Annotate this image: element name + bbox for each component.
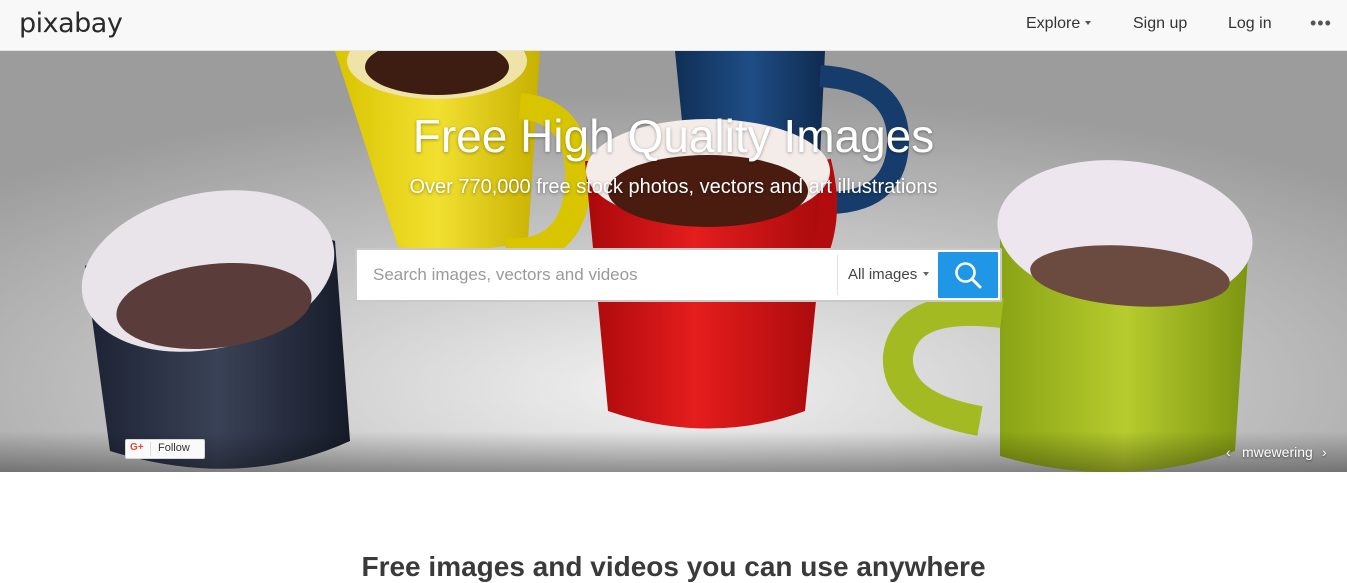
top-navbar: pixabay Explore Sign up Log in ••• [0, 0, 1347, 51]
explore-label: Explore [1026, 15, 1081, 32]
search-type-dropdown[interactable]: All images [837, 255, 937, 295]
more-menu-icon[interactable]: ••• [1310, 0, 1332, 50]
login-link[interactable]: Log in [1228, 0, 1272, 50]
hero-subtitle: Over 770,000 free stock photos, vectors … [409, 176, 938, 198]
hero-title: Free High Quality Images [412, 110, 935, 162]
signup-link[interactable]: Sign up [1133, 0, 1187, 50]
prev-image-icon[interactable]: ‹ [1226, 443, 1231, 461]
photo-credit-link[interactable]: mwewering [1242, 443, 1313, 461]
search-icon [955, 262, 982, 289]
pixabay-logo[interactable]: pixabay [19, 8, 123, 39]
hero-banner: Free High Quality Images Over 770,000 fr… [0, 51, 1347, 472]
search-button[interactable] [938, 252, 998, 298]
section-headline: Free images and videos you can use anywh… [361, 551, 986, 582]
caret-down-icon [1085, 20, 1092, 25]
google-plus-follow-button[interactable]: G+ Follow [125, 439, 205, 459]
search-bar: All images [355, 248, 1002, 302]
next-image-icon[interactable]: › [1322, 443, 1327, 461]
caret-down-icon [923, 272, 930, 277]
search-type-label: All images [848, 266, 918, 283]
search-input[interactable] [357, 250, 837, 300]
google-plus-icon: G+ [130, 442, 144, 453]
follow-label: Follow [158, 442, 190, 454]
divider [150, 442, 151, 456]
explore-menu[interactable]: Explore [1026, 0, 1092, 50]
